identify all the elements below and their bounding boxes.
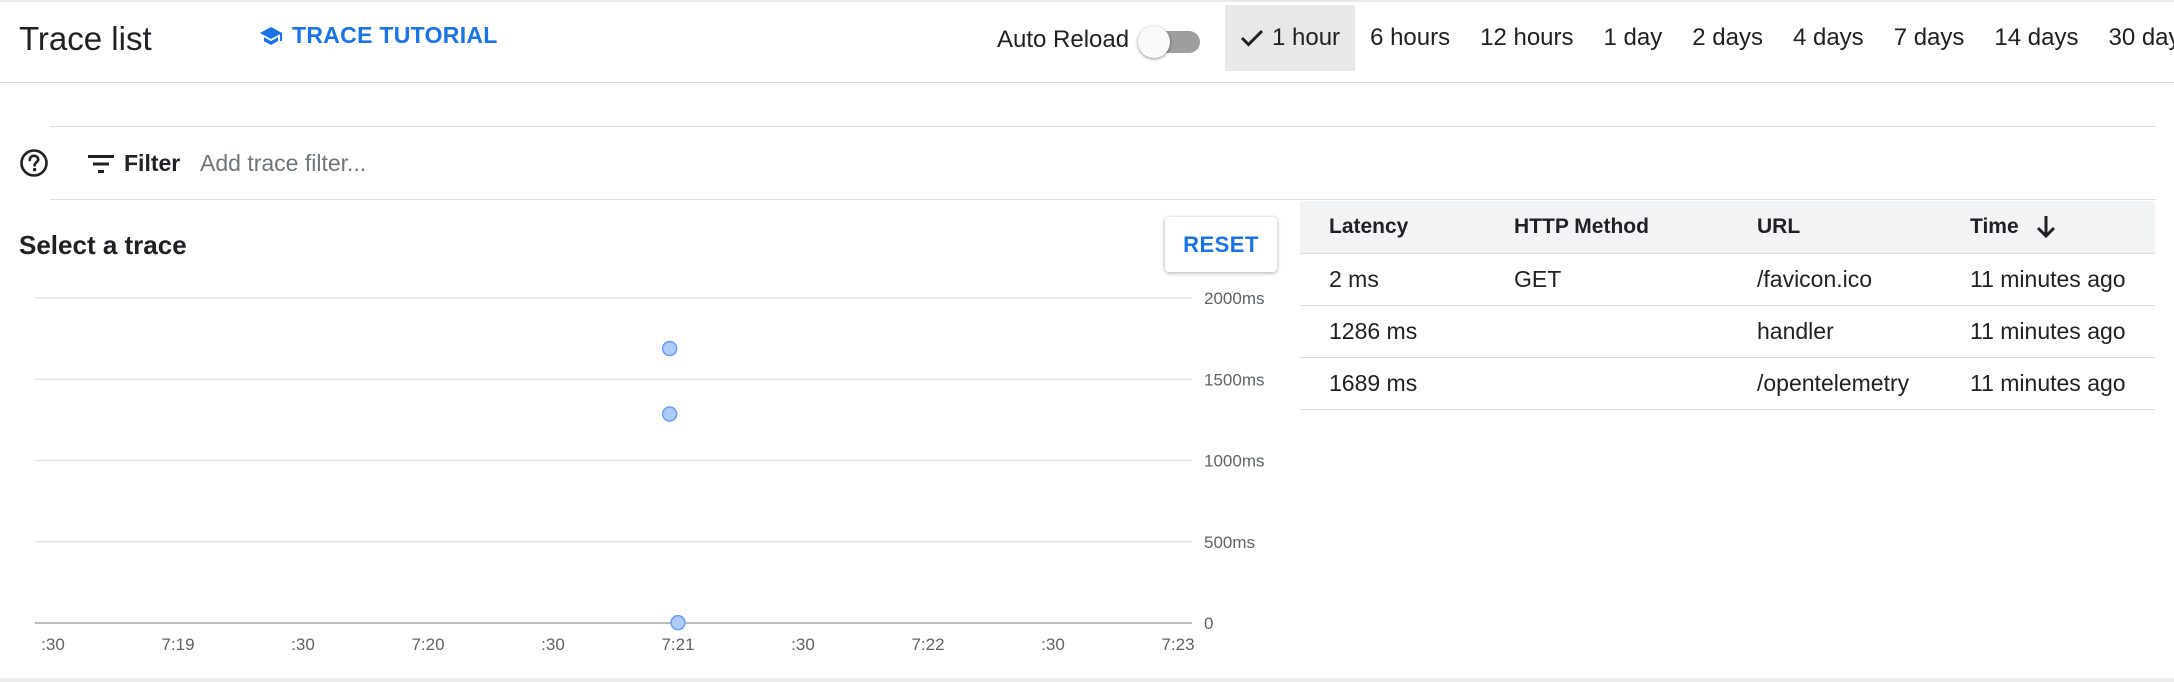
table-row[interactable]: 1689 ms/opentelemetry 11 minutes ago (1300, 358, 2155, 410)
auto-reload-label: Auto Reload (997, 26, 1130, 53)
table-body: 2 ms GET/favicon.ico 11 minutes ago 1286 ms… (1300, 254, 2155, 410)
arrow-down-icon (2036, 216, 2055, 239)
divider (50, 199, 2156, 200)
cell-latency: 1286 ms (1329, 318, 1418, 344)
cell-time: 11 minutes ago (1970, 370, 2126, 396)
time-range-4-days[interactable]: 4 days (1778, 5, 1879, 71)
cell-time: 11 minutes ago (1970, 318, 2126, 344)
page-header: Trace list TRACE TUTORIAL Auto Reload 1 … (0, 2, 2174, 83)
x-tick-label: :30 (541, 635, 565, 654)
filter-list-icon (88, 154, 114, 173)
time-range-2-days[interactable]: 2 days (1677, 5, 1778, 71)
column-header-time-label: Time (1970, 215, 2019, 238)
table-row[interactable]: 2 ms GET/favicon.ico 11 minutes ago (1300, 254, 2155, 306)
cell-latency: 1689 ms (1329, 370, 1418, 396)
cell-latency: 2 ms (1329, 266, 1379, 292)
latency-scatter-chart[interactable]: 0 500ms 1000ms 1500ms 2000ms :30 7:19 :30 7:20 :3… (0, 280, 1290, 670)
trace-point[interactable] (661, 340, 678, 357)
table-header: Latency HTTP Method URL Time (1300, 201, 2155, 254)
column-header-latency[interactable]: Latency (1300, 215, 1485, 239)
time-range-label: 14 days (1994, 24, 2079, 51)
time-range-14-days[interactable]: 14 days (1979, 5, 2093, 71)
time-range-30-days[interactable]: 30 days (2093, 5, 2174, 71)
x-tick-label: 7:21 (661, 635, 694, 654)
time-range-label: 2 days (1692, 24, 1763, 51)
cell-url: /opentelemetry (1757, 370, 1910, 396)
bottom-border (0, 678, 2174, 682)
toggle-knob (1138, 26, 1170, 58)
time-range-12-hours[interactable]: 12 hours (1465, 5, 1588, 71)
time-range-label: 6 hours (1370, 24, 1451, 51)
time-range-selector: 1 hour 6 hours 12 hours 1 day 2 days 4 days 7 … (1225, 5, 2174, 71)
y-tick-label: 500ms (1204, 533, 1255, 552)
time-range-7-days[interactable]: 7 days (1879, 5, 1980, 71)
cell-url: handler (1757, 318, 1834, 344)
time-range-label: 30 days (2108, 24, 2174, 51)
x-tick-label: :30 (291, 635, 315, 654)
help-icon (20, 149, 48, 177)
filter-label: Filter (124, 150, 181, 176)
cell-time: 11 minutes ago (1970, 266, 2126, 292)
time-range-1-day[interactable]: 1 day (1589, 5, 1678, 71)
x-tick-label: 7:22 (911, 635, 944, 654)
x-tick-label: :30 (1041, 635, 1065, 654)
x-tick-label: :30 (791, 635, 815, 654)
y-tick-label: 1000ms (1204, 452, 1264, 471)
y-tick-label: 1500ms (1204, 370, 1264, 389)
check-icon (1240, 29, 1264, 47)
x-tick-label: 7:23 (1161, 635, 1194, 654)
help-button[interactable] (19, 148, 49, 178)
column-header-http-method[interactable]: HTTP Method (1485, 215, 1728, 239)
auto-reload-toggle[interactable] (1138, 24, 1204, 58)
page-title: Trace list (19, 20, 152, 57)
time-range-1-hour[interactable]: 1 hour (1225, 5, 1356, 71)
time-range-6-hours[interactable]: 6 hours (1355, 5, 1465, 71)
cell-http-method: GET (1514, 266, 1562, 292)
x-tick-label: :30 (41, 635, 65, 654)
trace-point[interactable] (661, 406, 678, 422)
cell-url: /favicon.ico (1757, 266, 1873, 292)
trace-filter-input[interactable] (200, 146, 2100, 180)
time-range-label: 1 day (1603, 24, 1663, 51)
time-range-label: 1 hour (1272, 24, 1341, 51)
time-range-label: 12 hours (1480, 24, 1574, 51)
trace-tutorial-label: TRACE TUTORIAL (292, 22, 498, 48)
chart-panel-title: Select a trace (19, 230, 187, 260)
trace-point[interactable] (670, 614, 686, 631)
x-tick-label: 7:20 (411, 635, 444, 654)
filter-button[interactable]: Filter (88, 150, 180, 177)
time-range-label: 4 days (1792, 24, 1864, 51)
table-row[interactable]: 1286 ms handler 11 minutes ago (1300, 306, 2155, 358)
school-icon (260, 26, 282, 45)
y-tick-label: 0 (1204, 614, 1213, 633)
time-range-label: 7 days (1893, 24, 1965, 51)
divider (50, 126, 2156, 127)
y-tick-label: 2000ms (1204, 289, 1264, 308)
column-header-url[interactable]: URL (1728, 215, 1941, 239)
column-header-time[interactable]: Time (1941, 214, 2155, 240)
reset-button[interactable]: RESET (1165, 217, 1277, 272)
x-tick-label: 7:19 (161, 635, 194, 654)
trace-table: Latency HTTP Method URL Time 2 ms GET/fav… (1300, 201, 2155, 410)
trace-tutorial-link[interactable]: TRACE TUTORIAL (258, 22, 498, 49)
